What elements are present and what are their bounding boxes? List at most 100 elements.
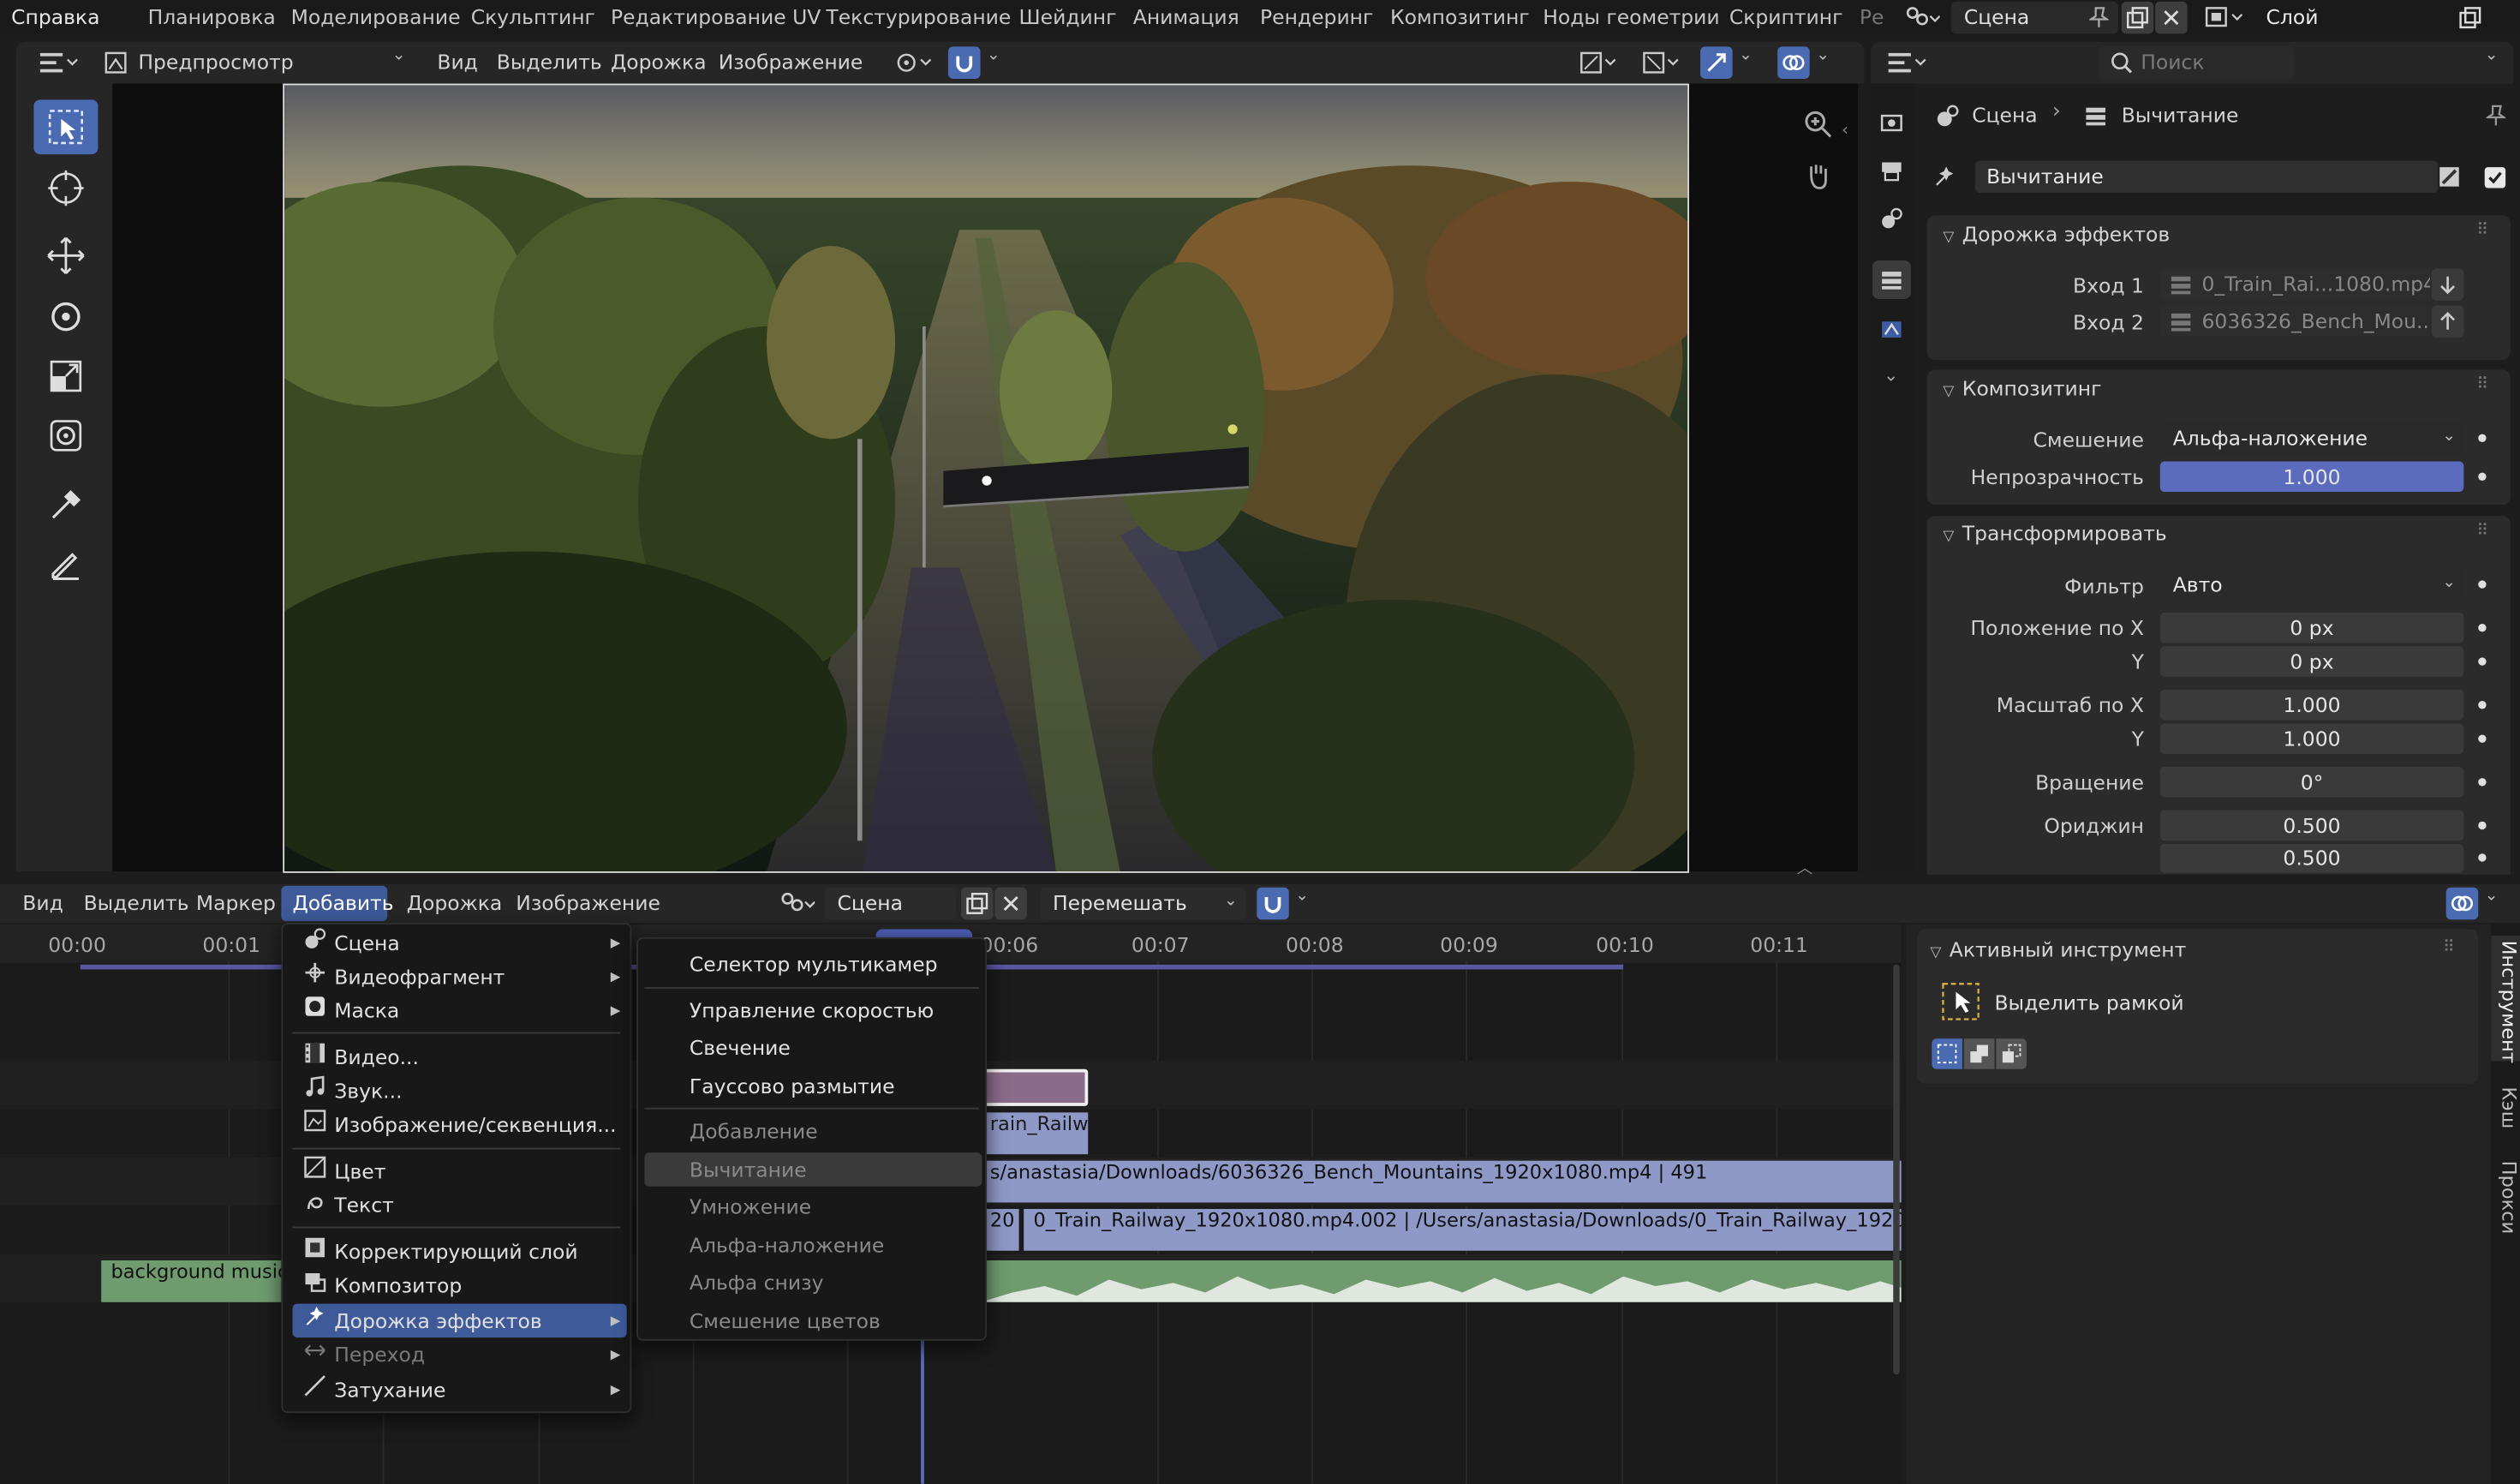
tab-tool[interactable]: Инструмент: [2491, 941, 2520, 1063]
pin-icon[interactable]: [2083, 2, 2116, 34]
cursor-tool-icon[interactable]: [33, 161, 98, 216]
transform-tool-icon[interactable]: [33, 409, 98, 464]
keyframe-icon[interactable]: [2478, 778, 2487, 787]
submenu-gaussian-blur[interactable]: Гауссово размытие: [644, 1069, 982, 1103]
overlays-icon[interactable]: [2445, 887, 2479, 920]
mode-set-icon[interactable]: [1932, 1038, 1962, 1069]
view-type-dropdown[interactable]: Предпросмотр: [138, 50, 293, 74]
breadcrumb-scene[interactable]: Сцена: [1972, 103, 2037, 127]
menu-view[interactable]: Вид: [437, 50, 478, 74]
color-tag-icon[interactable]: [2433, 161, 2466, 194]
display-channels-icon[interactable]: [1577, 46, 1622, 79]
new-view-layer-icon[interactable]: [2454, 2, 2487, 34]
snap-icon[interactable]: [948, 46, 981, 79]
menu-marker[interactable]: Маркер: [196, 890, 276, 914]
keyframe-icon[interactable]: [2478, 657, 2487, 666]
tab-sculpting[interactable]: Скульптинг: [471, 0, 595, 35]
menu-strip[interactable]: Дорожка: [407, 890, 503, 914]
tab-compositing[interactable]: Композитинг: [1390, 0, 1530, 35]
mode-subtract-icon[interactable]: [1996, 1038, 2027, 1069]
tool-gizmo-icon[interactable]: [1700, 46, 1733, 79]
menu-strip[interactable]: Дорожка: [611, 50, 707, 74]
gizmo-icon[interactable]: [1639, 46, 1685, 79]
tab-modeling[interactable]: Моделирование: [291, 0, 461, 35]
bench-video-strip[interactable]: s/anastasia/Downloads/6036326_Bench_Moun…: [980, 1160, 1902, 1203]
menu-help[interactable]: Справка: [11, 0, 99, 35]
tab-cache[interactable]: Кэш: [2491, 1086, 2520, 1128]
chevron-down-icon[interactable]: ⌄: [2485, 46, 2499, 64]
menu-item-color[interactable]: Цвет: [292, 1154, 626, 1188]
move-tool-icon[interactable]: [33, 228, 98, 283]
editor-type-icon[interactable]: [35, 46, 83, 79]
tab-layout[interactable]: Планировка: [148, 0, 276, 35]
tab-animation[interactable]: Анимация: [1133, 0, 1239, 35]
tab-proxy[interactable]: Прокси: [2491, 1161, 2520, 1235]
delete-scene-icon[interactable]: [2155, 1, 2188, 34]
drag-handle-icon[interactable]: ⠿: [2476, 376, 2488, 394]
pin-icon[interactable]: [2480, 99, 2512, 132]
sample-tool-icon[interactable]: [33, 477, 98, 532]
chevron-down-icon[interactable]: ⌄: [1816, 46, 1830, 64]
rotate-tool-icon[interactable]: [33, 290, 98, 344]
mode-extend-icon[interactable]: [1963, 1038, 1995, 1069]
keyframe-icon[interactable]: [2478, 434, 2487, 442]
menu-image[interactable]: Изображение: [516, 890, 660, 914]
timeline-scene-selector[interactable]: Сцена: [824, 887, 957, 920]
keyframe-icon[interactable]: [2478, 701, 2487, 709]
drag-handle-icon[interactable]: ⠿: [2476, 523, 2488, 541]
scale-tool-icon[interactable]: [33, 349, 98, 404]
strip-tab-icon[interactable]: [1872, 260, 1911, 299]
menu-image[interactable]: Изображение: [719, 50, 863, 74]
submenu-alpha-under[interactable]: Альфа снизу: [644, 1266, 982, 1299]
overlays-icon[interactable]: [1777, 46, 1810, 79]
keyframe-icon[interactable]: [2478, 623, 2487, 632]
input2-field[interactable]: 6036326_Bench_Mou...: [2159, 305, 2430, 338]
chevron-down-icon[interactable]: ⌄: [2485, 888, 2499, 906]
opacity-slider[interactable]: 1.000: [2159, 461, 2464, 493]
overlap-mode-dropdown[interactable]: Перемешать ⌄: [1039, 887, 1246, 920]
menu-item-scene[interactable]: Сцена ▶: [292, 926, 626, 960]
compositing-section-header[interactable]: ▽ Композитинг: [1930, 371, 2508, 406]
chevron-down-icon[interactable]: ⌄: [987, 46, 1000, 64]
filter-dropdown[interactable]: Авто ⌄: [2159, 569, 2464, 601]
active-tool-section-header[interactable]: ▽ Активный инструмент: [1917, 932, 2495, 967]
scene-type-icon[interactable]: [1896, 2, 1948, 34]
keyframe-icon[interactable]: [2478, 472, 2487, 482]
menu-item-movieclip[interactable]: Видеофрагмент ▶: [292, 960, 626, 993]
collapse-arrow-icon[interactable]: ︿: [1797, 853, 1813, 878]
view-layer-selector[interactable]: Слой визуализации: [2253, 1, 2450, 61]
train-video-strip[interactable]: 0_Train_Railway_1920x1080.mp4.002 | /Use…: [1024, 1208, 1902, 1251]
menu-select[interactable]: Выделить: [84, 890, 189, 914]
submenu-add[interactable]: Добавление: [644, 1114, 982, 1147]
output-tab-icon[interactable]: [1876, 154, 1908, 187]
vertical-scrollbar[interactable]: [1893, 964, 1900, 1375]
delete-scene-icon[interactable]: [994, 887, 1027, 920]
strip-enable-checkbox[interactable]: [2484, 167, 2506, 188]
strip-name-field[interactable]: Вычитание: [1974, 160, 2439, 194]
editor-type-icon[interactable]: [1884, 46, 1932, 79]
submenu-multicam[interactable]: Селектор мультикамер: [644, 947, 982, 980]
scale-x-field[interactable]: 1.000: [2159, 689, 2464, 721]
drag-handle-icon[interactable]: ⠿: [2476, 222, 2488, 240]
keyframe-icon[interactable]: [2478, 580, 2487, 589]
keyframe-icon[interactable]: [2478, 821, 2487, 830]
submenu-glow[interactable]: Свечение: [644, 1031, 982, 1064]
tab-geometry-nodes[interactable]: Ноды геометрии: [1543, 0, 1719, 35]
zoom-icon[interactable]: [1800, 106, 1835, 141]
menu-item-adjustment-layer[interactable]: Корректирующий слой: [292, 1235, 626, 1268]
modifiers-tab-icon[interactable]: [1876, 314, 1908, 346]
menu-item-image-sequence[interactable]: Изображение/секвенция...: [292, 1108, 626, 1141]
menu-select[interactable]: Выделить: [497, 50, 602, 74]
annotate-tool-icon[interactable]: [33, 537, 98, 592]
menu-item-text[interactable]: Текст: [292, 1188, 626, 1222]
swap-up-icon[interactable]: [2431, 305, 2464, 338]
menu-add[interactable]: Добавить: [292, 890, 393, 914]
submenu-multiply[interactable]: Умножение: [644, 1189, 982, 1223]
tab-rendering[interactable]: Рендеринг: [1260, 0, 1373, 35]
audio-strip-waveform[interactable]: [980, 1260, 1902, 1302]
origin-y-field[interactable]: 0.500: [2159, 844, 2464, 873]
snap-icon[interactable]: [1257, 887, 1289, 920]
input1-field[interactable]: 0_Train_Rai...1080.mp4: [2159, 268, 2430, 301]
hand-pan-icon[interactable]: [1800, 158, 1835, 193]
chevron-down-icon[interactable]: ⌄: [1884, 365, 1898, 386]
